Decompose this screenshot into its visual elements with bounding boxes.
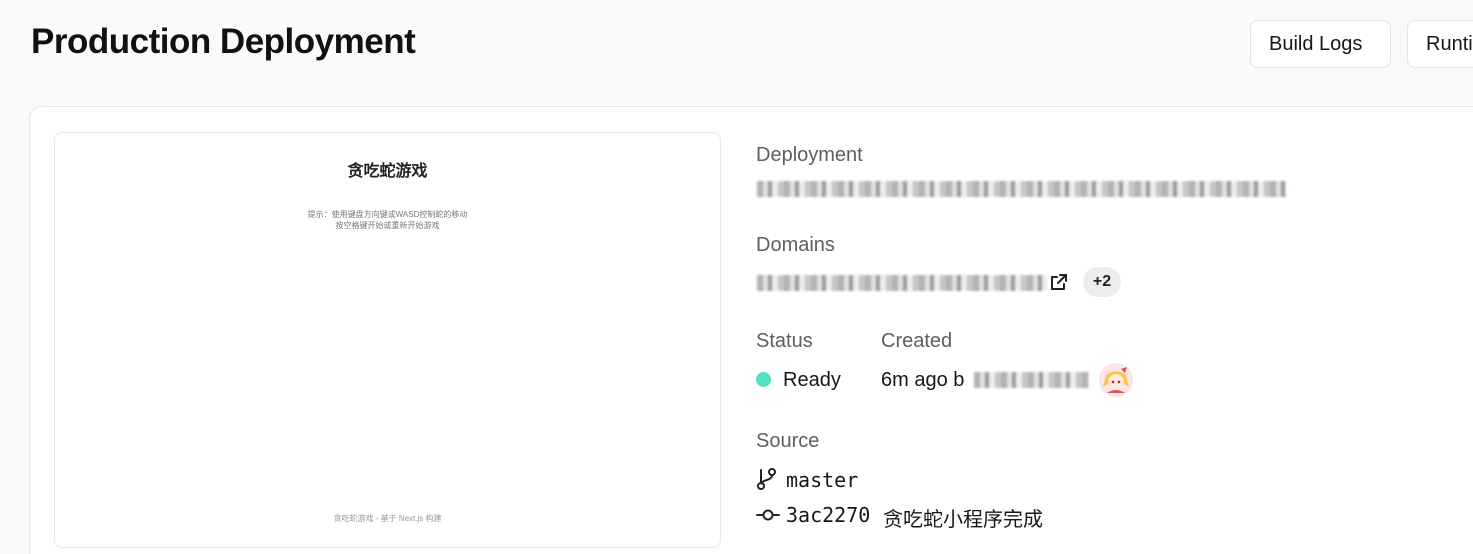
deployment-label: Deployment [756,144,863,166]
deployment-preview[interactable]: 贪吃蛇游戏 提示：使用键盘方向键或WASD控制蛇的移动 按空格键开始或重新开始游… [54,132,721,548]
preview-hint-line-2: 按空格键开始或重新开始游戏 [335,221,440,230]
source-branch[interactable]: master [786,468,858,492]
preview-title: 贪吃蛇游戏 [347,163,428,180]
preview-hint: 提示：使用键盘方向键或WASD控制蛇的移动 按空格键开始或重新开始游戏 [55,209,720,231]
page-title: Production Deployment [31,22,416,61]
status-label: Status [756,330,813,352]
source-label: Source [756,430,820,452]
preview-footer: 贪吃蛇游戏 - 基于 Next.js 构建 [333,514,442,523]
build-logs-button[interactable]: Build Logs [1250,20,1391,68]
deployment-url-redacted[interactable] [757,181,1287,197]
created-value: 6m ago b [881,369,965,391]
domain-link-redacted[interactable] [757,275,1047,291]
created-label: Created [881,330,953,352]
status-dot [756,372,771,387]
git-commit-icon [756,509,780,521]
runtime-logs-button[interactable]: Runtime Logs [1407,20,1473,68]
commit-hash[interactable]: 3ac2270 [786,503,870,527]
domains-more-badge[interactable]: +2 [1083,267,1121,297]
avatar-image [1099,363,1133,397]
avatar[interactable] [1099,363,1133,397]
creator-name-redacted[interactable] [974,372,1089,388]
git-branch-icon [757,468,776,490]
preview-hint-line-1: 提示：使用键盘方向键或WASD控制蛇的移动 [307,210,468,219]
deployment-page: Production Deployment Build Logs Runtime… [0,0,1473,554]
status-value: Ready [783,369,841,391]
domains-label: Domains [756,234,835,256]
external-link-icon[interactable] [1049,272,1069,292]
commit-message[interactable]: 贪吃蛇小程序完成 [883,503,1043,532]
